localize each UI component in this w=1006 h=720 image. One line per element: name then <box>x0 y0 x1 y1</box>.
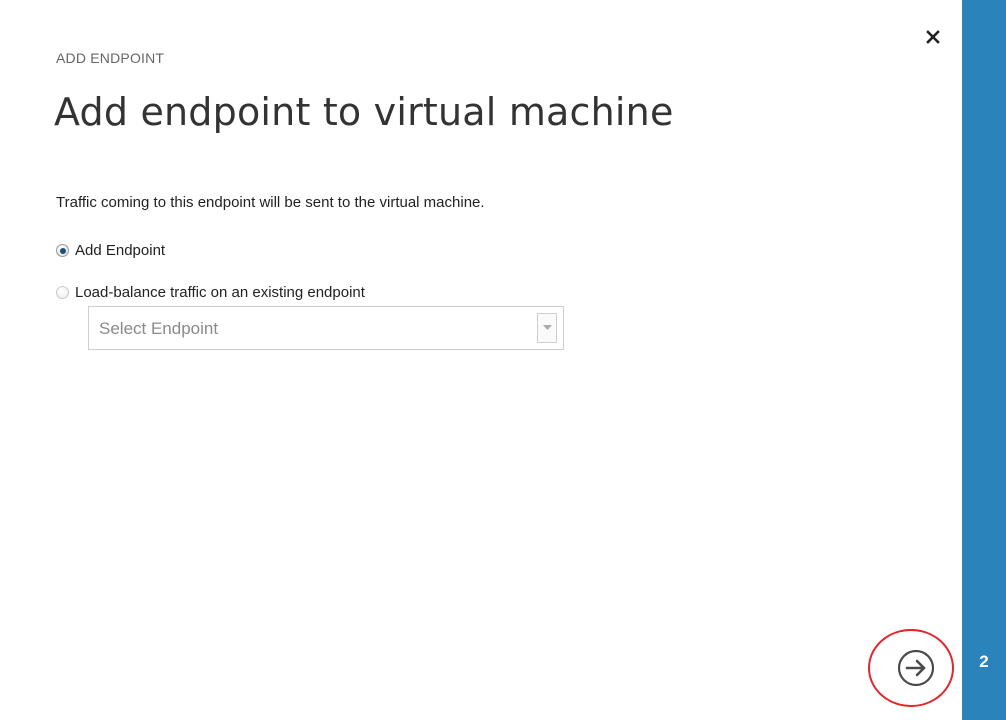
radio-add-endpoint[interactable]: Add Endpoint <box>56 242 165 259</box>
side-rail <box>962 0 1006 720</box>
dialog-description: Traffic coming to this endpoint will be … <box>56 194 485 211</box>
radio-button-selected[interactable] <box>56 244 69 257</box>
radio-load-balance-label: Load-balance traffic on an existing endp… <box>75 284 365 301</box>
page-title: Add endpoint to virtual machine <box>54 90 674 134</box>
radio-button-unselected[interactable] <box>56 286 69 299</box>
arrow-right-circle-icon <box>897 649 935 687</box>
next-button[interactable] <box>894 646 938 690</box>
select-dropdown-button[interactable] <box>537 313 557 343</box>
add-endpoint-dialog: ADD ENDPOINT Add endpoint to virtual mac… <box>0 0 1006 720</box>
radio-add-endpoint-label: Add Endpoint <box>75 242 166 259</box>
chevron-down-icon <box>542 325 552 330</box>
radio-load-balance[interactable]: Load-balance traffic on an existing endp… <box>56 284 365 301</box>
endpoint-select-value: Select Endpoint <box>99 319 219 338</box>
endpoint-select[interactable]: Select Endpoint <box>88 306 564 350</box>
close-icon <box>926 30 940 44</box>
close-button[interactable] <box>920 24 946 50</box>
dialog-eyebrow: ADD ENDPOINT <box>56 50 165 66</box>
step-number: 2 <box>979 652 989 671</box>
